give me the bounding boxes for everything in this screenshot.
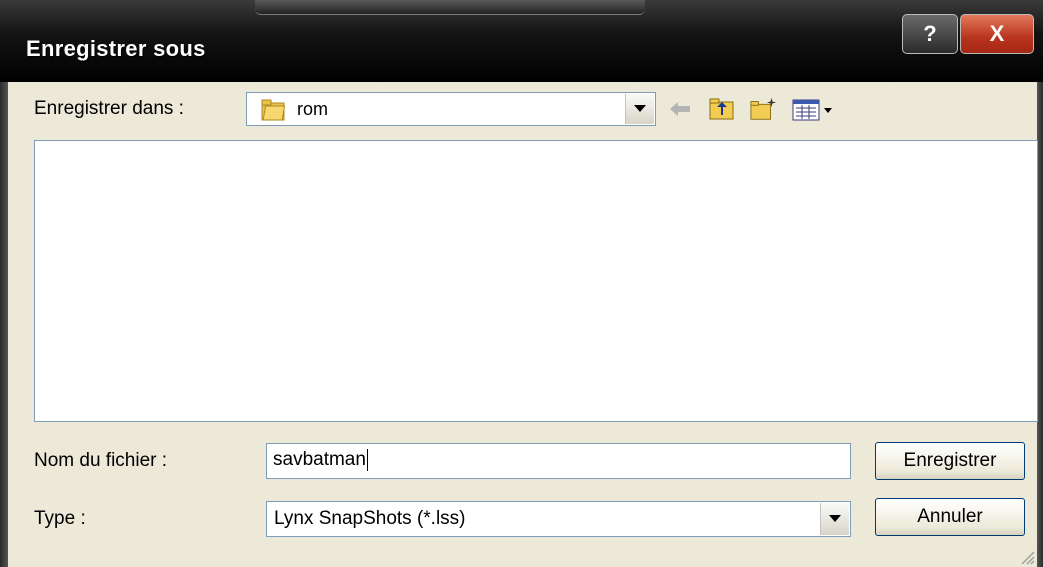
file-list[interactable]: [34, 140, 1038, 422]
filetype-label: Type :: [34, 508, 86, 529]
window-title: Enregistrer sous: [26, 36, 206, 61]
cancel-button[interactable]: Annuler: [875, 498, 1025, 536]
filetype-value: Lynx SnapShots (*.lss): [274, 508, 466, 529]
navigation-toolbar: [666, 94, 836, 124]
chevron-down-icon: [634, 105, 646, 112]
lookin-value: rom: [297, 99, 328, 119]
filetype-dropdown-arrow[interactable]: [820, 503, 849, 535]
dialog-body: Enregistrer dans : rom Nom du fichier: …: [8, 82, 1038, 567]
titlebar-decoration: [255, 0, 645, 15]
text-caret: [366, 449, 368, 471]
chevron-down-icon: [829, 515, 841, 522]
view-menu-icon[interactable]: [792, 95, 836, 123]
resize-grip-icon[interactable]: [1017, 547, 1035, 565]
title-bar[interactable]: Enregistrer sous ? X: [0, 0, 1043, 82]
filename-value: savbatman: [273, 449, 366, 471]
close-button[interactable]: X: [960, 14, 1034, 54]
save-button[interactable]: Enregistrer: [875, 442, 1025, 480]
folder-icon: [261, 99, 286, 121]
filename-field[interactable]: savbatman: [266, 443, 851, 479]
lookin-label: Enregistrer dans :: [34, 98, 184, 119]
help-button[interactable]: ?: [902, 14, 958, 54]
back-arrow-icon[interactable]: [666, 95, 694, 123]
filename-label: Nom du fichier :: [34, 450, 168, 471]
lookin-dropdown-arrow[interactable]: [625, 94, 654, 124]
new-folder-icon[interactable]: [750, 95, 778, 123]
window-frame-left: [0, 82, 8, 567]
filetype-dropdown[interactable]: Lynx SnapShots (*.lss): [266, 501, 851, 537]
up-folder-icon[interactable]: [708, 95, 736, 123]
lookin-dropdown[interactable]: rom: [246, 92, 656, 126]
